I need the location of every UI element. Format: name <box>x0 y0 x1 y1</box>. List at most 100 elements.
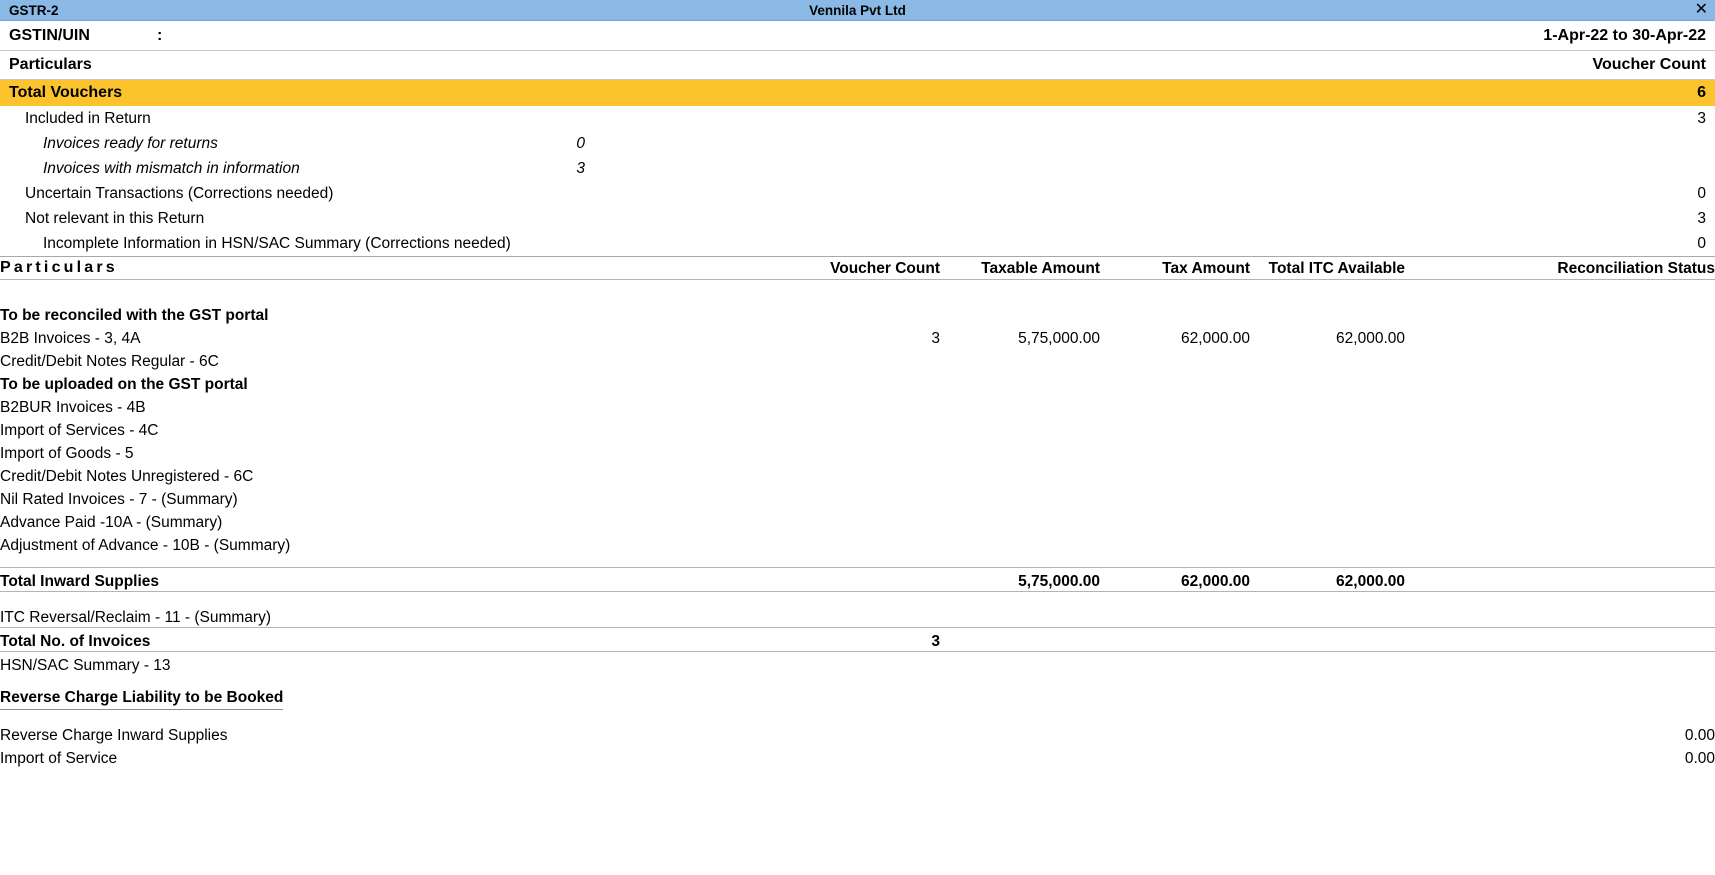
column-header-taxable-amount: Taxable Amount <box>981 259 1100 277</box>
row-label: Credit/Debit Notes Regular - 6C <box>0 352 219 370</box>
column-header-tax-amount: Tax Amount <box>1162 259 1250 277</box>
row-taxable-amount <box>940 604 1100 628</box>
reverse-charge-heading-label: Reverse Charge Liability to be Booked <box>0 689 284 710</box>
summary-row-incomplete-information-hsn-sac[interactable]: Incomplete Information in HSN/SAC Summar… <box>0 231 1715 256</box>
summary-row-invoices-ready-for-returns[interactable]: Invoices ready for returns 0 <box>0 131 1715 156</box>
summary-row-value: 3 <box>1697 209 1706 227</box>
reverse-charge-spacer <box>0 710 1715 722</box>
row-voucher-count <box>830 509 940 532</box>
table-row-total-no-of-invoices[interactable]: Total No. of Invoices 3 <box>0 626 1715 652</box>
row-total-itc <box>1250 348 1405 371</box>
row-reconciliation-status <box>1405 566 1715 592</box>
row-voucher-count <box>830 394 940 417</box>
row-taxable-amount <box>940 348 1100 371</box>
row-label: Import of Service <box>0 749 118 767</box>
row-label: Adjustment of Advance - 10B - (Summary) <box>0 536 291 554</box>
table-header-row: Particulars Voucher Count Taxable Amount… <box>0 256 1715 280</box>
total-vouchers-row[interactable]: Total Vouchers 6 <box>0 80 1715 106</box>
summary-list: Included in Return 3 Invoices ready for … <box>0 106 1715 256</box>
summary-row-included-in-return[interactable]: Included in Return 3 <box>0 106 1715 131</box>
table-row-reverse-charge-inward-supplies[interactable]: Reverse Charge Inward Supplies 0.00 <box>0 722 1715 745</box>
row-label: Total Inward Supplies <box>0 566 830 592</box>
summary-row-invoices-with-mismatch[interactable]: Invoices with mismatch in information 3 <box>0 156 1715 181</box>
row-voucher-count <box>830 440 940 463</box>
table-row-import-of-service[interactable]: Import of Service 0.00 <box>0 745 1715 768</box>
row-label: Credit/Debit Notes Unregistered - 6C <box>0 467 254 485</box>
group-header-to-be-uploaded: To be uploaded on the GST portal <box>0 371 1715 394</box>
table-row-credit-debit-notes-unregistered[interactable]: Credit/Debit Notes Unregistered - 6C <box>0 463 1715 486</box>
row-total-itc <box>1250 417 1405 440</box>
row-reconciliation-status <box>1405 651 1715 675</box>
gstin-label: GSTIN/UIN <box>9 26 90 44</box>
row-voucher-count <box>830 651 940 675</box>
row-tax-amount <box>1100 486 1250 509</box>
summary-row-label: Not relevant in this Return <box>25 209 205 227</box>
row-taxable-amount <box>940 417 1100 440</box>
particulars-header: Particulars <box>9 56 92 73</box>
row-tax-amount <box>1100 626 1250 652</box>
table-row-import-of-goods[interactable]: Import of Goods - 5 <box>0 440 1715 463</box>
window-title-bar: GSTR-2 Vennila Pvt Ltd ✕ <box>0 0 1715 21</box>
row-taxable-amount <box>940 486 1100 509</box>
row-total-itc <box>1250 651 1405 675</box>
table-row-b2bur-invoices[interactable]: B2BUR Invoices - 4B <box>0 394 1715 417</box>
row-taxable-amount <box>940 440 1100 463</box>
row-taxable-amount <box>940 651 1100 675</box>
total-vouchers-label: Total Vouchers <box>9 84 123 101</box>
table-row-b2b-invoices[interactable]: B2B Invoices - 3, 4A 3 5,75,000.00 62,00… <box>0 325 1715 348</box>
column-header-total-itc-available: Total ITC Available <box>1268 259 1405 277</box>
summary-row-mid-value: 3 <box>576 159 585 177</box>
row-taxable-amount: 5,75,000.00 <box>940 566 1100 592</box>
row-total-itc <box>1250 440 1405 463</box>
summary-row-not-relevant-in-this-return[interactable]: Not relevant in this Return 3 <box>0 206 1715 231</box>
pre-reverse-charge-spacer <box>0 675 1715 687</box>
table-row-advance-paid[interactable]: Advance Paid -10A - (Summary) <box>0 509 1715 532</box>
row-total-itc: 62,000.00 <box>1250 566 1405 592</box>
row-tax-amount <box>1100 604 1250 628</box>
table-row-nil-rated-invoices[interactable]: Nil Rated Invoices - 7 - (Summary) <box>0 486 1715 509</box>
row-label: ITC Reversal/Reclaim - 11 - (Summary) <box>0 608 272 626</box>
row-label: Import of Services - 4C <box>0 421 159 439</box>
summary-row-uncertain-transactions[interactable]: Uncertain Transactions (Corrections need… <box>0 181 1715 206</box>
row-label: HSN/SAC Summary - 13 <box>0 656 171 674</box>
table-row-total-inward-supplies[interactable]: Total Inward Supplies 5,75,000.00 62,000… <box>0 566 1715 592</box>
summary-column-header: Particulars Voucher Count <box>0 51 1715 80</box>
summary-row-value: 3 <box>1697 109 1706 127</box>
row-taxable-amount <box>940 394 1100 417</box>
summary-row-value: 0 <box>1697 234 1706 252</box>
row-reconciliation-status <box>1405 486 1715 509</box>
gstin-colon: : <box>157 26 163 44</box>
row-label: Advance Paid -10A - (Summary) <box>0 513 223 531</box>
table-row-itc-reversal-reclaim[interactable]: ITC Reversal/Reclaim - 11 - (Summary) <box>0 604 1715 628</box>
row-taxable-amount <box>940 532 1100 555</box>
table-row-adjustment-of-advance[interactable]: Adjustment of Advance - 10B - (Summary) <box>0 532 1715 555</box>
row-taxable-amount <box>940 509 1100 532</box>
column-header-voucher-count: Voucher Count <box>830 259 940 277</box>
row-total-itc <box>1250 394 1405 417</box>
table-row-credit-debit-notes-regular[interactable]: Credit/Debit Notes Regular - 6C <box>0 348 1715 371</box>
row-total-itc <box>1250 486 1405 509</box>
row-reconciliation-status <box>1405 509 1715 532</box>
row-total-itc <box>1250 509 1405 532</box>
row-reconciliation-status <box>1405 604 1715 628</box>
row-value: 0.00 <box>1684 749 1715 767</box>
row-tax-amount <box>1100 417 1250 440</box>
row-voucher-count <box>830 604 940 628</box>
row-voucher-count <box>830 348 940 371</box>
pre-total-spacer <box>0 555 1715 568</box>
row-voucher-count <box>830 417 940 440</box>
table-row-import-of-services[interactable]: Import of Services - 4C <box>0 417 1715 440</box>
table-row-hsn-sac-summary[interactable]: HSN/SAC Summary - 13 <box>0 651 1715 675</box>
row-tax-amount: 62,000.00 <box>1100 566 1250 592</box>
row-taxable-amount <box>940 626 1100 652</box>
total-vouchers-count: 6 <box>1697 84 1706 101</box>
row-taxable-amount: 5,75,000.00 <box>1018 329 1100 347</box>
summary-row-label: Uncertain Transactions (Corrections need… <box>25 184 334 202</box>
row-label: Nil Rated Invoices - 7 - (Summary) <box>0 490 238 508</box>
row-reconciliation-status <box>1405 440 1715 463</box>
close-icon[interactable]: ✕ <box>1695 0 1708 20</box>
row-tax-amount <box>1100 348 1250 371</box>
row-reconciliation-status <box>1405 626 1715 652</box>
row-label: Total No. of Invoices <box>0 626 830 652</box>
row-reconciliation-status <box>1405 463 1715 486</box>
